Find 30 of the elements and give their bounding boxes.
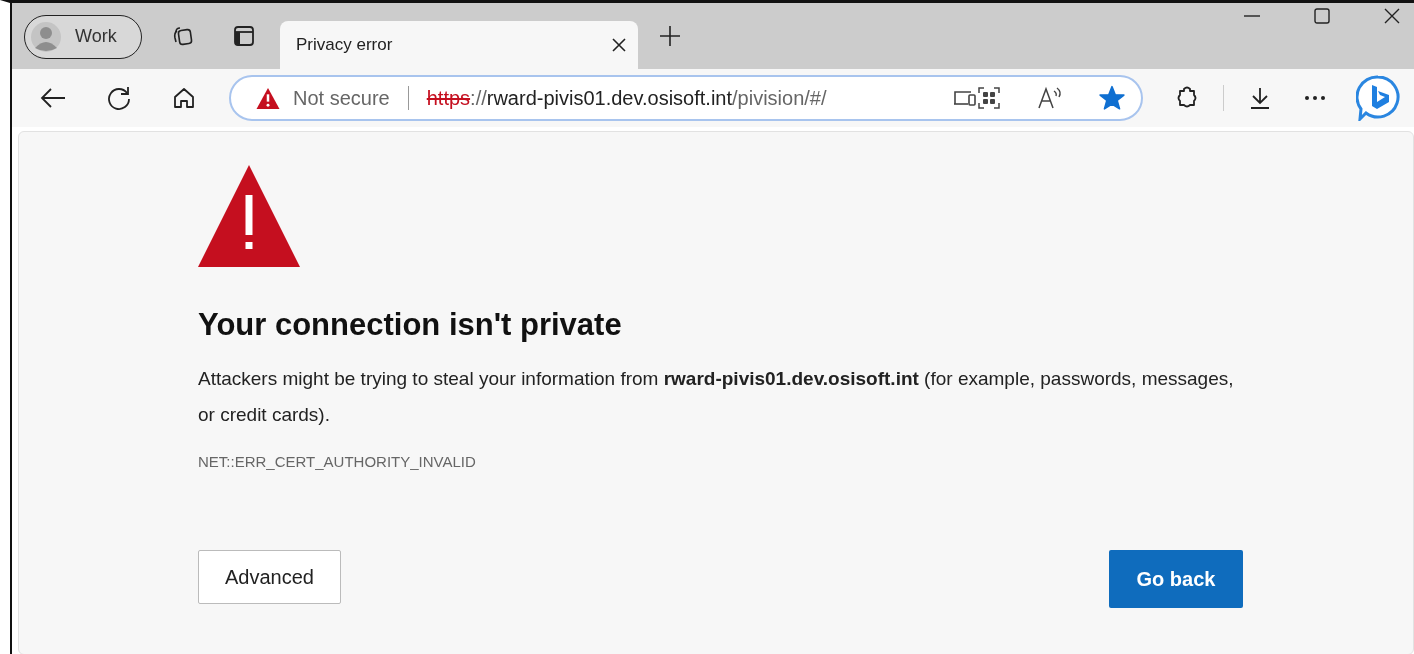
address-bar[interactable]: Not secure https://rward-pivis01.dev.osisoft.int/pivision/#/ xyxy=(229,75,1143,121)
maximize-icon[interactable] xyxy=(1314,8,1330,24)
page-heading: Your connection isn't private xyxy=(198,307,623,343)
profile-button[interactable]: Work xyxy=(24,14,142,59)
chat-bubble-icon[interactable] xyxy=(1356,75,1400,121)
browser-tab[interactable]: Privacy error xyxy=(280,21,638,69)
extensions-icon[interactable] xyxy=(1175,86,1199,110)
tab-layout-icon[interactable] xyxy=(232,24,256,48)
download-icon[interactable] xyxy=(1248,86,1272,110)
device-icon[interactable] xyxy=(953,89,977,107)
star-icon[interactable] xyxy=(1099,85,1125,111)
go-back-button[interactable]: Go back xyxy=(1109,550,1243,608)
error-code: NET::ERR_CERT_AUTHORITY_INVALID xyxy=(198,453,477,470)
url-text: https://rward-pivis01.dev.osisoft.int/pivision/#/ xyxy=(426,86,828,110)
security-status[interactable]: Not secure xyxy=(293,86,390,110)
close-icon[interactable] xyxy=(612,38,626,52)
avatar-icon xyxy=(31,21,61,52)
back-icon[interactable] xyxy=(40,87,66,109)
apps-icon[interactable] xyxy=(977,86,1001,110)
advanced-button[interactable]: Advanced xyxy=(198,550,341,604)
close-icon[interactable] xyxy=(1384,8,1400,24)
warning-icon xyxy=(255,86,281,110)
read-aloud-icon[interactable] xyxy=(1037,86,1063,110)
warning-icon xyxy=(198,165,300,267)
tab-title: Privacy error xyxy=(296,35,394,55)
error-description: Attackers might be trying to steal your information from rward-pivis01.dev.osisoft.int (for example, passwords, messages, or credit cards). xyxy=(198,367,1235,427)
more-icon[interactable] xyxy=(1304,95,1326,101)
home-icon[interactable] xyxy=(172,86,196,110)
refresh-icon[interactable] xyxy=(106,85,132,111)
new-tab-icon[interactable] xyxy=(659,25,681,47)
